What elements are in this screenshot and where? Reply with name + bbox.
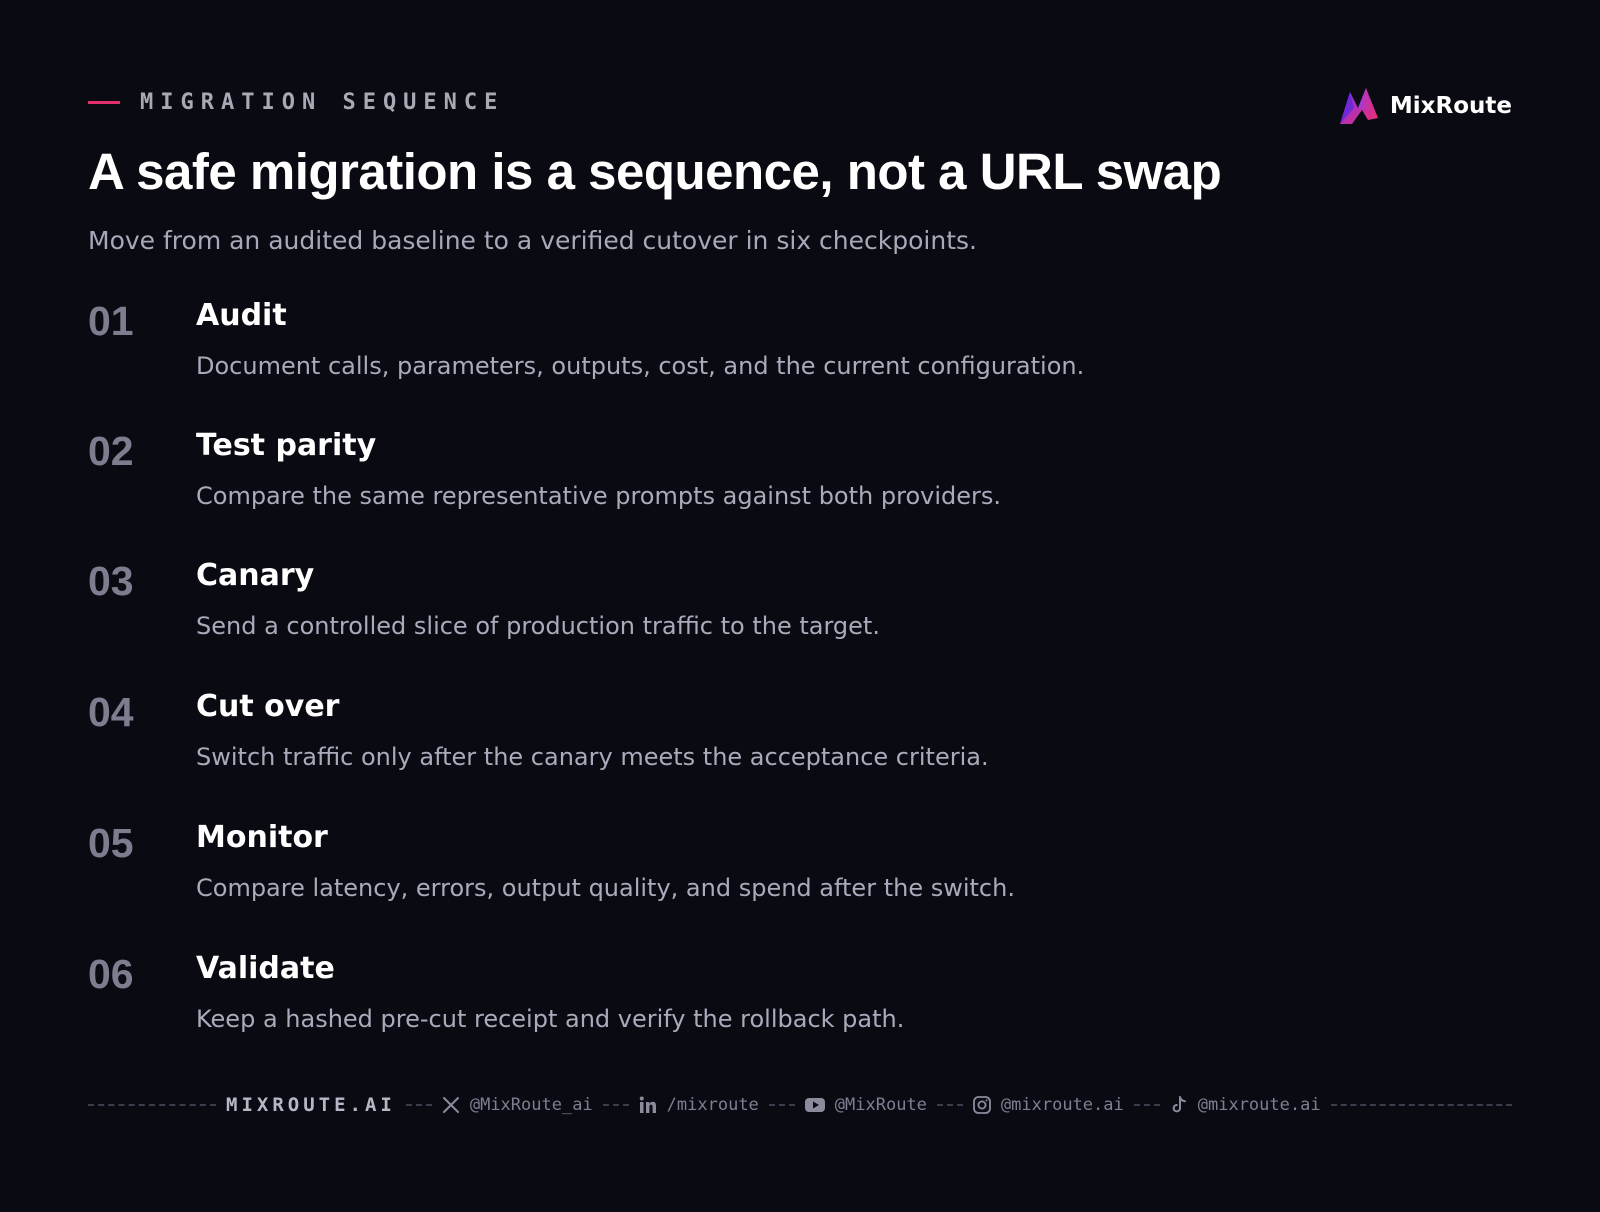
footer-divider	[1330, 1104, 1512, 1106]
step-item: 05 Monitor Compare latency, errors, outp…	[88, 820, 1512, 940]
page-subtitle: Move from an audited baseline to a verif…	[88, 226, 977, 255]
step-item: 04 Cut over Switch traffic only after th…	[88, 689, 1512, 809]
social-handle: @MixRoute_ai	[469, 1095, 593, 1115]
tiktok-icon	[1172, 1096, 1186, 1113]
footer-divider	[768, 1104, 795, 1106]
eyebrow-label: MIGRATION SEQUENCE	[140, 90, 505, 115]
step-title: Monitor	[196, 820, 328, 855]
social-tiktok[interactable]: @mixroute.ai	[1170, 1095, 1321, 1115]
step-number: 01	[88, 298, 134, 344]
step-number: 05	[88, 820, 134, 866]
step-description: Document calls, parameters, outputs, cos…	[196, 352, 1085, 380]
step-number: 04	[88, 689, 134, 735]
social-youtube[interactable]: @MixRoute	[804, 1095, 927, 1115]
social-x[interactable]: @MixRoute_ai	[442, 1095, 593, 1115]
social-instagram[interactable]: @mixroute.ai	[973, 1095, 1124, 1115]
social-linkedin[interactable]: /mixroute	[639, 1095, 759, 1115]
eyebrow-accent-line	[88, 101, 120, 104]
step-title: Canary	[196, 558, 315, 593]
social-handle: /mixroute	[666, 1095, 759, 1115]
step-item: 01 Audit Document calls, parameters, out…	[88, 298, 1512, 418]
step-description: Compare the same representative prompts …	[196, 482, 1001, 510]
youtube-icon	[804, 1098, 825, 1112]
social-handle: @MixRoute	[834, 1095, 927, 1115]
step-description: Keep a hashed pre-cut receipt and verify…	[196, 1005, 905, 1033]
footer-brand[interactable]: MIXROUTE.AI	[226, 1094, 396, 1116]
step-description: Compare latency, errors, output quality,…	[196, 874, 1015, 902]
footer-divider	[405, 1104, 432, 1106]
step-number: 06	[88, 951, 134, 997]
eyebrow: MIGRATION SEQUENCE	[88, 90, 504, 115]
step-title: Test parity	[196, 428, 377, 463]
step-item: 03 Canary Send a controlled slice of pro…	[88, 558, 1512, 678]
footer-divider	[88, 1104, 216, 1106]
logo-wordmark: MixRoute	[1389, 93, 1512, 119]
step-number: 03	[88, 558, 134, 604]
step-item: 02 Test parity Compare the same represen…	[88, 428, 1512, 548]
step-title: Validate	[196, 951, 335, 986]
social-handle: @mixroute.ai	[1000, 1095, 1124, 1115]
step-number: 02	[88, 428, 134, 474]
step-title: Audit	[196, 298, 287, 333]
step-description: Send a controlled slice of production tr…	[196, 612, 880, 640]
footer-divider	[602, 1104, 629, 1106]
step-description: Switch traffic only after the canary mee…	[196, 743, 989, 771]
brand-logo: MixRoute	[1338, 86, 1512, 126]
mixroute-logo-icon	[1339, 88, 1378, 124]
footer: MIXROUTE.AI @MixRoute_ai /mixroute @MixR…	[88, 1094, 1512, 1116]
step-item: 06 Validate Keep a hashed pre-cut receip…	[88, 951, 1512, 1071]
step-title: Cut over	[196, 689, 340, 724]
social-handle: @mixroute.ai	[1197, 1095, 1321, 1115]
instagram-icon	[973, 1096, 991, 1114]
linkedin-icon	[639, 1096, 656, 1113]
page-title: A safe migration is a sequence, not a UR…	[88, 143, 1222, 200]
footer-divider	[1133, 1104, 1160, 1106]
x-icon	[442, 1097, 459, 1113]
footer-divider	[936, 1104, 963, 1106]
